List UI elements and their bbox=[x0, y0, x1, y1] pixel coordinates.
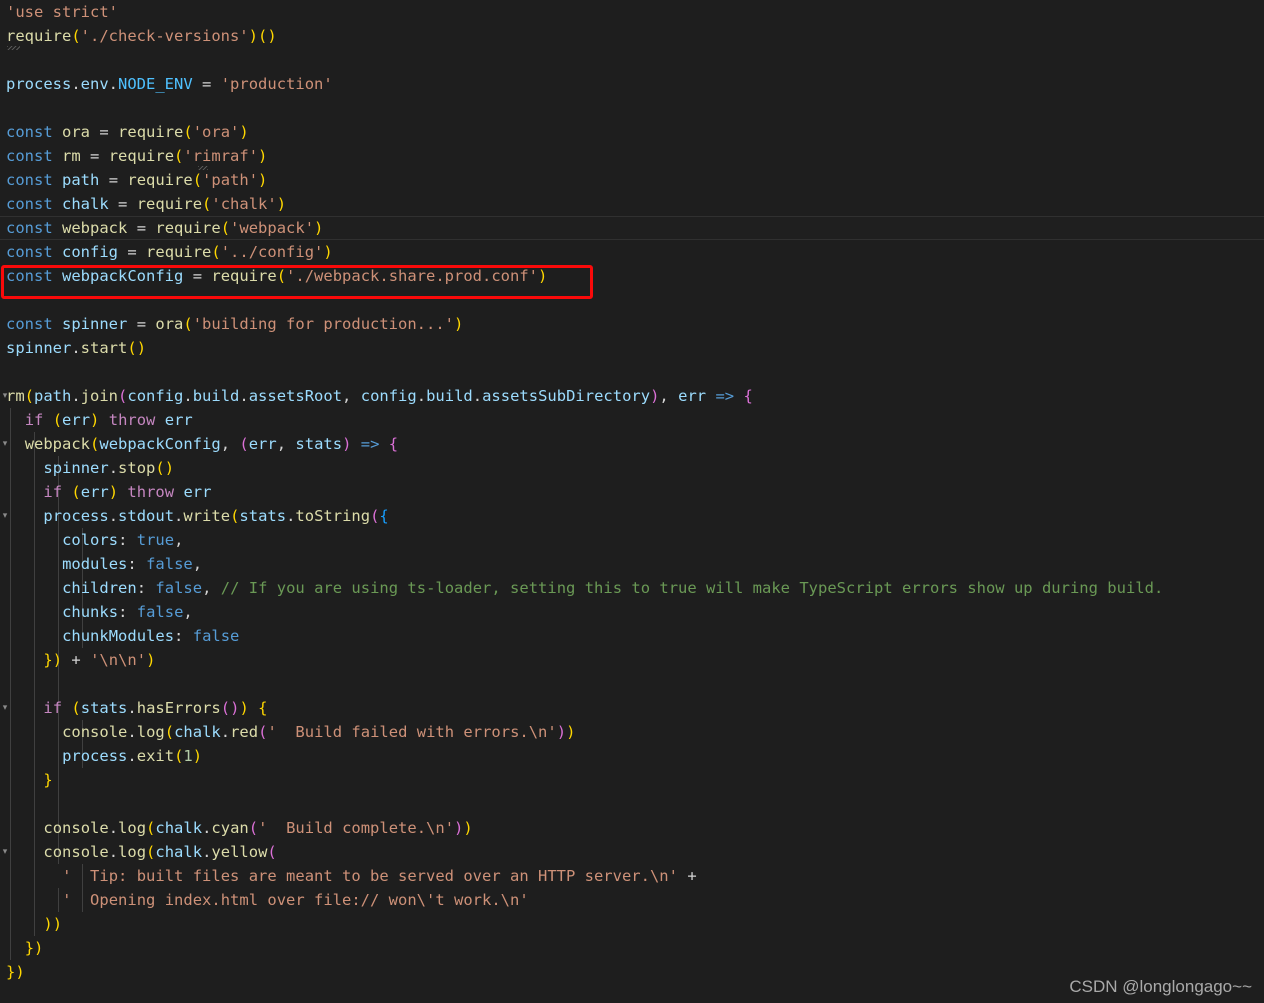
code-line[interactable]: spinner.stop() bbox=[0, 456, 1264, 480]
code-line[interactable]: const rm = require('rimraf') bbox=[0, 144, 1264, 168]
code-line[interactable]: const ora = require('ora') bbox=[0, 120, 1264, 144]
code-line[interactable]: ' Tip: built files are meant to be serve… bbox=[0, 864, 1264, 888]
code-line[interactable]: const chalk = require('chalk') bbox=[0, 192, 1264, 216]
code-line[interactable]: const webpack = require('webpack') bbox=[0, 216, 1264, 240]
code-line[interactable]: } bbox=[0, 768, 1264, 792]
code-line[interactable]: process.stdout.write(stats.toString({ bbox=[0, 504, 1264, 528]
code-line[interactable]: 'use strict' bbox=[0, 0, 1264, 24]
code-line[interactable] bbox=[0, 96, 1264, 120]
code-editor-surface[interactable]: ▾ ▾ ▾ ▾ ▾ 'use strict' require('./check-v… bbox=[0, 0, 1264, 1003]
error-squiggle bbox=[198, 166, 208, 170]
code-line[interactable]: const spinner = ora('building for produc… bbox=[0, 312, 1264, 336]
code-line[interactable]: process.env.NODE_ENV = 'production' bbox=[0, 72, 1264, 96]
code-line[interactable]: chunkModules: false bbox=[0, 624, 1264, 648]
error-squiggle bbox=[7, 46, 20, 50]
code-line[interactable]: colors: true, bbox=[0, 528, 1264, 552]
code-line[interactable]: )) bbox=[0, 912, 1264, 936]
code-line[interactable] bbox=[0, 672, 1264, 696]
code-line[interactable]: children: false, // If you are using ts-… bbox=[0, 576, 1264, 600]
code-line[interactable]: const webpackConfig = require('./webpack… bbox=[0, 264, 1264, 288]
code-line[interactable]: ' Opening index.html over file:// won\'t… bbox=[0, 888, 1264, 912]
code-line[interactable]: rm(path.join(config.build.assetsRoot, co… bbox=[0, 384, 1264, 408]
code-line[interactable]: if (err) throw err bbox=[0, 480, 1264, 504]
code-line[interactable]: require('./check-versions')() bbox=[0, 24, 1264, 48]
code-line[interactable]: spinner.start() bbox=[0, 336, 1264, 360]
code-line[interactable]: }) + '\n\n') bbox=[0, 648, 1264, 672]
code-content[interactable]: 'use strict' require('./check-versions')(… bbox=[0, 0, 1264, 984]
code-line[interactable]: process.exit(1) bbox=[0, 744, 1264, 768]
code-line[interactable]: }) bbox=[0, 936, 1264, 960]
watermark-label: CSDN @longlongago~~ bbox=[1069, 977, 1252, 996]
code-line[interactable]: console.log(chalk.red(' Build failed wit… bbox=[0, 720, 1264, 744]
code-line[interactable]: if (stats.hasErrors()) { bbox=[0, 696, 1264, 720]
code-line[interactable] bbox=[0, 360, 1264, 384]
code-line[interactable] bbox=[0, 48, 1264, 72]
code-line[interactable] bbox=[0, 288, 1264, 312]
code-line[interactable]: console.log(chalk.yellow( bbox=[0, 840, 1264, 864]
code-line[interactable]: chunks: false, bbox=[0, 600, 1264, 624]
code-line[interactable] bbox=[0, 792, 1264, 816]
code-line[interactable]: const path = require('path') bbox=[0, 168, 1264, 192]
code-line[interactable]: const config = require('../config') bbox=[0, 240, 1264, 264]
code-line[interactable]: console.log(chalk.cyan(' Build complete.… bbox=[0, 816, 1264, 840]
code-line[interactable]: modules: false, bbox=[0, 552, 1264, 576]
code-line[interactable]: if (err) throw err bbox=[0, 408, 1264, 432]
code-line[interactable]: webpack(webpackConfig, (err, stats) => { bbox=[0, 432, 1264, 456]
